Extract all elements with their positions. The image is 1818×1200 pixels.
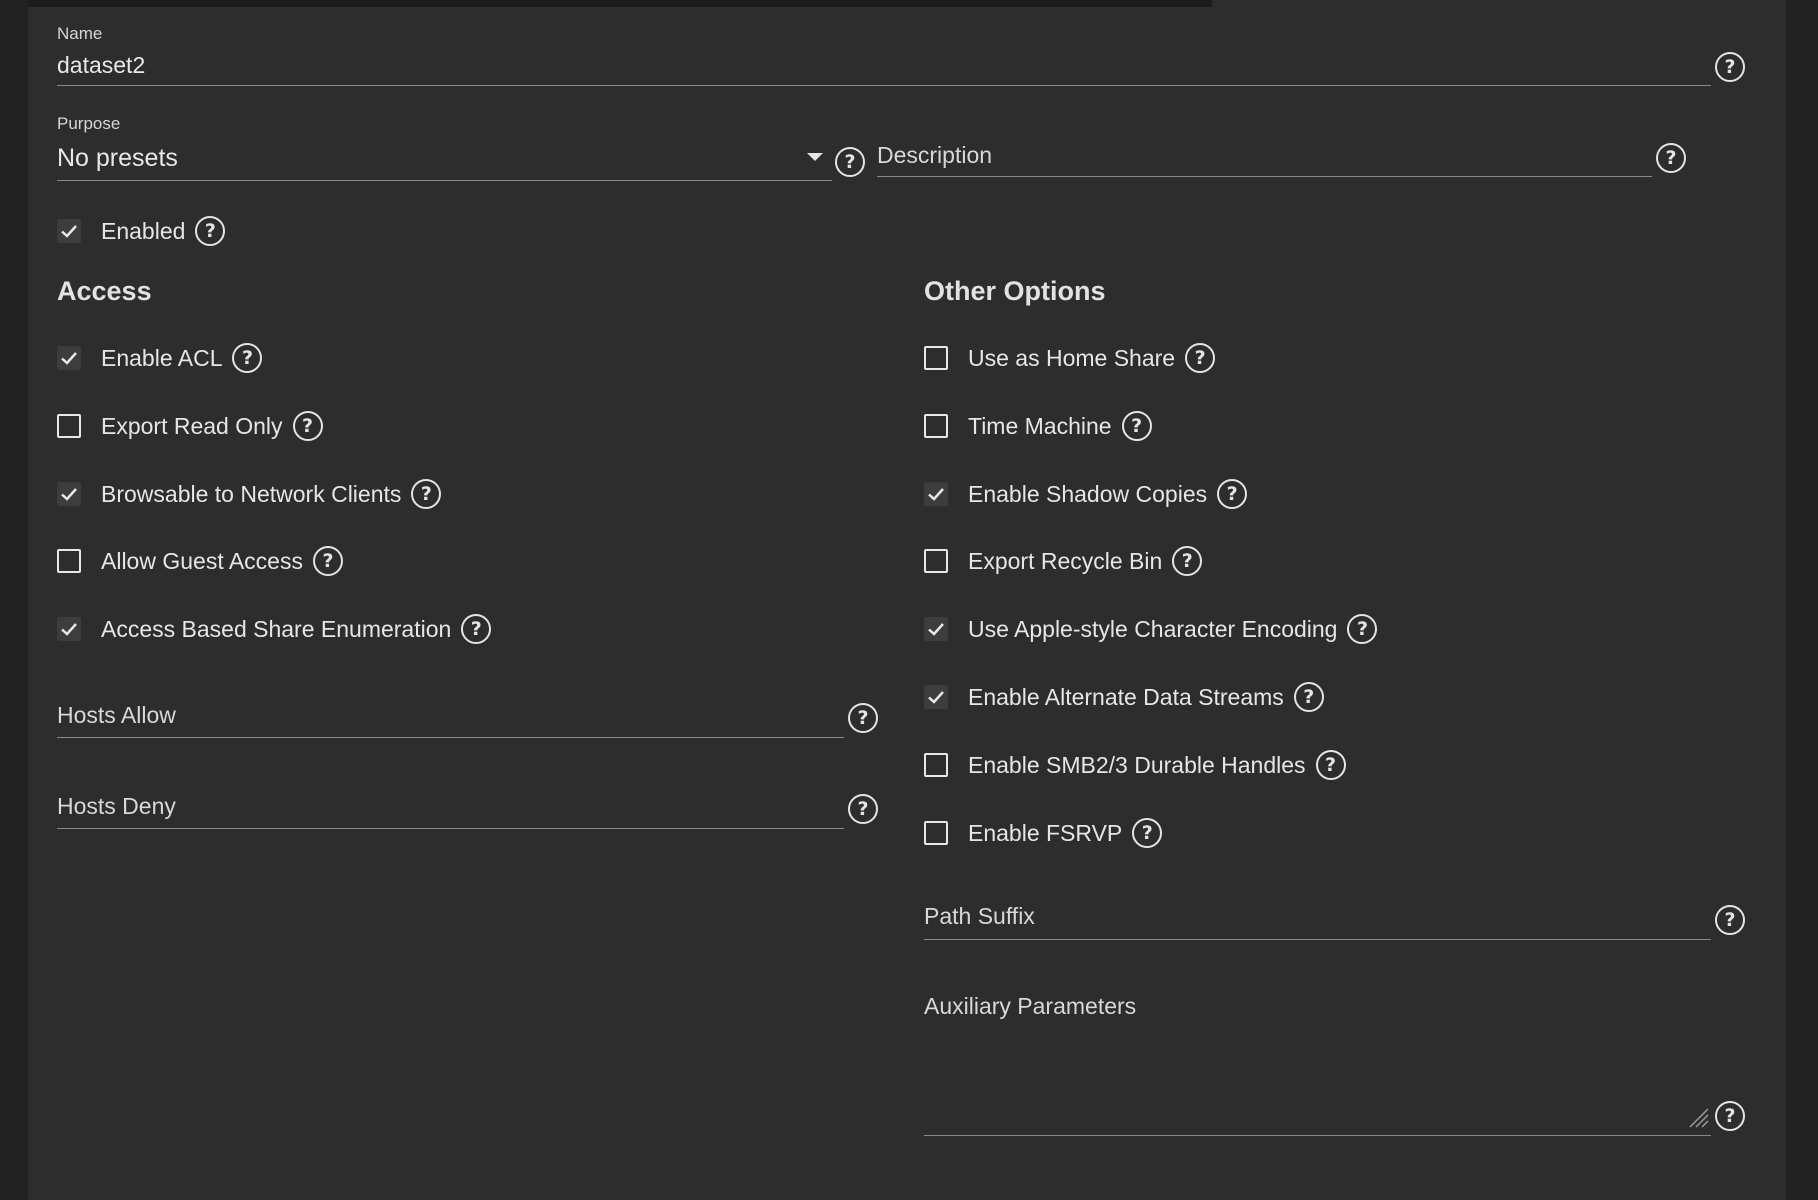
shadow-copies-checkbox[interactable]	[924, 482, 948, 506]
abse-label: Access Based Share Enumeration	[101, 615, 452, 642]
other-option-row[interactable]: Enable Alternate Data Streams ?	[924, 681, 1324, 713]
enabled-row[interactable]: Enabled ?	[57, 215, 226, 247]
check-icon	[61, 623, 77, 636]
description-input[interactable]: Description	[877, 142, 992, 169]
hosts-allow-underline	[57, 737, 844, 738]
other-option-row[interactable]: Time Machine ?	[924, 410, 1152, 442]
browsable-help-icon[interactable]: ?	[411, 479, 442, 509]
shadow-copies-help-icon[interactable]: ?	[1217, 479, 1248, 509]
recycle-bin-help-icon[interactable]: ?	[1172, 546, 1203, 576]
apple-encoding-label: Use Apple-style Character Encoding	[968, 615, 1338, 642]
description-underline	[877, 176, 1652, 177]
access-section-title: Access	[57, 276, 152, 306]
export-read-only-checkbox[interactable]	[57, 414, 81, 438]
hosts-allow-input[interactable]: Hosts Allow	[57, 702, 176, 729]
enabled-checkbox[interactable]	[57, 219, 81, 243]
browsable-checkbox[interactable]	[57, 482, 81, 506]
home-share-help-icon[interactable]: ?	[1185, 343, 1216, 373]
auxiliary-parameters-textarea[interactable]: Auxiliary Parameters	[924, 993, 1136, 1020]
enabled-help-icon[interactable]: ?	[195, 216, 226, 246]
resize-grip-icon[interactable]	[1684, 1103, 1710, 1129]
name-underline	[57, 85, 1711, 86]
durable-handles-help-icon[interactable]: ?	[1315, 750, 1346, 780]
path-suffix-help-icon[interactable]: ?	[1715, 905, 1745, 935]
durable-handles-label: Enable SMB2/3 Durable Handles	[968, 751, 1306, 778]
enabled-label: Enabled	[101, 217, 186, 244]
fsrvp-label: Enable FSRVP	[968, 819, 1123, 846]
access-option-row[interactable]: Access Based Share Enumeration ?	[57, 613, 492, 645]
access-option-row[interactable]: Browsable to Network Clients ?	[57, 478, 442, 510]
guest-access-label: Allow Guest Access	[101, 547, 303, 574]
enable-acl-label: Enable ACL	[101, 344, 223, 371]
browsable-label: Browsable to Network Clients	[101, 480, 402, 507]
other-option-row[interactable]: Enable SMB2/3 Durable Handles ?	[924, 749, 1346, 781]
recycle-bin-checkbox[interactable]	[924, 549, 948, 573]
apple-encoding-checkbox[interactable]	[924, 617, 948, 641]
description-help-icon[interactable]: ?	[1656, 143, 1686, 173]
path-suffix-underline	[924, 939, 1711, 940]
hosts-deny-help-icon[interactable]: ?	[848, 794, 878, 824]
top-divider	[28, 0, 1212, 7]
home-share-checkbox[interactable]	[924, 346, 948, 370]
access-option-row[interactable]: Allow Guest Access ?	[57, 545, 343, 577]
fsrvp-help-icon[interactable]: ?	[1132, 818, 1163, 848]
durable-handles-checkbox[interactable]	[924, 753, 948, 777]
home-share-label: Use as Home Share	[968, 344, 1176, 371]
hosts-deny-input[interactable]: Hosts Deny	[57, 793, 176, 820]
time-machine-checkbox[interactable]	[924, 414, 948, 438]
abse-help-icon[interactable]: ?	[461, 614, 492, 644]
enable-acl-help-icon[interactable]: ?	[232, 343, 263, 373]
caret-down-icon[interactable]	[807, 153, 823, 161]
guest-access-help-icon[interactable]: ?	[312, 546, 343, 576]
access-option-row[interactable]: Export Read Only ?	[57, 410, 323, 442]
abse-checkbox[interactable]	[57, 617, 81, 641]
alternate-streams-checkbox[interactable]	[924, 685, 948, 709]
check-icon	[928, 488, 944, 501]
alternate-streams-label: Enable Alternate Data Streams	[968, 683, 1284, 710]
other-option-row[interactable]: Export Recycle Bin ?	[924, 545, 1203, 577]
export-read-only-help-icon[interactable]: ?	[292, 411, 323, 441]
shadow-copies-label: Enable Shadow Copies	[968, 480, 1208, 507]
other-option-row[interactable]: Enable FSRVP ?	[924, 817, 1163, 849]
hosts-deny-underline	[57, 828, 844, 829]
purpose-select[interactable]: No presets	[57, 144, 178, 173]
check-icon	[928, 623, 944, 636]
other-option-row[interactable]: Enable Shadow Copies ?	[924, 478, 1248, 510]
purpose-label: Purpose	[57, 114, 121, 133]
alternate-streams-help-icon[interactable]: ?	[1293, 682, 1324, 712]
purpose-help-icon[interactable]: ?	[835, 147, 865, 177]
export-read-only-label: Export Read Only	[101, 412, 283, 439]
recycle-bin-label: Export Recycle Bin	[968, 547, 1163, 574]
apple-encoding-help-icon[interactable]: ?	[1347, 614, 1378, 644]
path-suffix-input[interactable]: Path Suffix	[924, 903, 1035, 930]
enable-acl-checkbox[interactable]	[57, 346, 81, 370]
name-input[interactable]: dataset2	[57, 52, 145, 79]
other-options-section-title: Other Options	[924, 276, 1106, 306]
guest-access-checkbox[interactable]	[57, 549, 81, 573]
other-option-row[interactable]: Use Apple-style Character Encoding ?	[924, 613, 1378, 645]
time-machine-help-icon[interactable]: ?	[1121, 411, 1152, 441]
check-icon	[928, 691, 944, 704]
purpose-underline	[57, 180, 832, 181]
other-option-row[interactable]: Use as Home Share ?	[924, 342, 1216, 374]
name-label: Name	[57, 24, 103, 43]
access-option-row[interactable]: Enable ACL ?	[57, 342, 263, 374]
time-machine-label: Time Machine	[968, 412, 1112, 439]
auxiliary-underline	[924, 1135, 1711, 1136]
check-icon	[61, 352, 77, 365]
check-icon	[61, 225, 77, 238]
name-help-icon[interactable]: ?	[1715, 52, 1745, 82]
check-icon	[61, 488, 77, 501]
fsrvp-checkbox[interactable]	[924, 821, 948, 845]
hosts-allow-help-icon[interactable]: ?	[848, 703, 878, 733]
auxiliary-help-icon[interactable]: ?	[1715, 1101, 1745, 1131]
